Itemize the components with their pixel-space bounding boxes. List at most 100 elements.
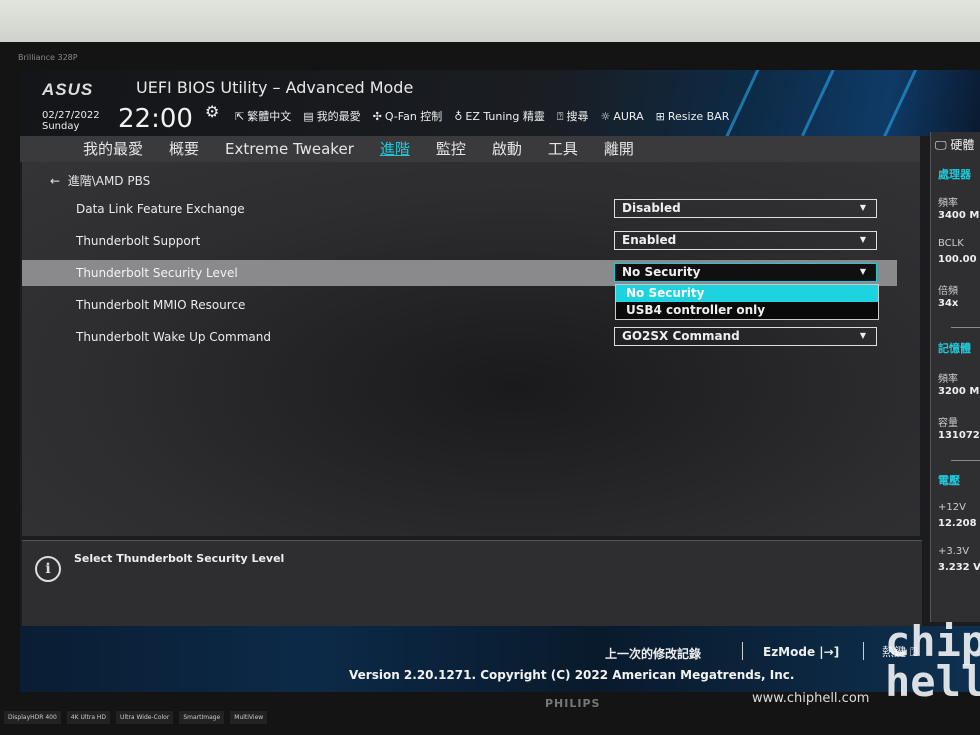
aura-icon: ☼	[600, 109, 611, 123]
language-button[interactable]: ⇱ 繁體中文	[235, 108, 291, 124]
bios-screen: ASUS UEFI BIOS Utility – Advanced Mode 0…	[20, 70, 980, 692]
dropdown-value: Enabled	[622, 233, 677, 247]
sticker: 4K Ultra HD	[66, 711, 111, 724]
exit-arrow-icon: |→]	[819, 645, 840, 659]
help-panel: i Select Thunderbolt Security Level	[22, 540, 922, 626]
setting-dropdown[interactable]: Disabled ▼	[614, 199, 877, 218]
tab-boot[interactable]: 啟動	[479, 136, 535, 162]
voltage-title: 電壓	[938, 474, 960, 487]
divider	[951, 327, 980, 328]
fan-icon: ✣	[372, 110, 382, 123]
tool-label: Resize BAR	[667, 109, 730, 123]
qfan-button[interactable]: ✣ Q-Fan 控制	[373, 108, 443, 124]
breadcrumb-text: 進階\AMD PBS	[67, 174, 151, 188]
mem-freq-label: 頻率	[938, 374, 958, 385]
dropdown-option[interactable]: USB4 controller only	[616, 302, 878, 319]
tool-label: 搜尋	[566, 110, 589, 123]
setting-row[interactable]: Thunderbolt Wake Up Command GO2SX Command…	[22, 324, 897, 350]
bulb-icon: ♁	[454, 110, 463, 123]
monitor-model: Brilliance 328P	[18, 53, 78, 62]
cpu-freq: 3400 MHz	[938, 210, 980, 221]
gear-icon[interactable]: ⚙	[205, 102, 219, 121]
dropdown-value: GO2SX Command	[622, 329, 740, 343]
watermark-logo: chip hell	[885, 617, 980, 706]
footer: 上一次的修改記錄 EzMode |→] 熱鍵 ⍰ Version 2.20.12…	[20, 626, 980, 692]
mem-size-label: 容量	[938, 418, 958, 429]
v33-label: +3.3V	[938, 546, 970, 557]
settings-panel: ← 進階\AMD PBS Data Link Feature Exchange D…	[22, 162, 920, 536]
tab-favorites[interactable]: 我的最愛	[70, 136, 156, 162]
cpu-title: 處理器	[938, 168, 971, 181]
setting-row[interactable]: Data Link Feature Exchange Disabled ▼	[22, 196, 897, 222]
info-icon: i	[35, 556, 61, 582]
setting-label: Data Link Feature Exchange	[76, 202, 245, 216]
caret-down-icon: ▼	[859, 267, 866, 276]
sticker: SmartImage	[179, 711, 225, 724]
breadcrumb[interactable]: ← 進階\AMD PBS	[50, 172, 150, 189]
app-title: UEFI BIOS Utility – Advanced Mode	[136, 78, 414, 97]
mem-size: 131072 MB	[938, 430, 980, 441]
hardware-title-text: 硬體	[950, 138, 975, 152]
setting-label: Thunderbolt Support	[76, 234, 201, 248]
setting-dropdown[interactable]: GO2SX Command ▼	[614, 327, 877, 346]
favorites-button[interactable]: ▤ 我的最愛	[303, 108, 360, 124]
sticker: MultiView	[230, 711, 268, 724]
cursor-icon: ⇱	[235, 110, 245, 123]
dropdown-value: Disabled	[622, 201, 681, 215]
help-text: Select Thunderbolt Security Level	[74, 552, 285, 565]
main-tabs: 我的最愛 概要 Extreme Tweaker 進階 監控 啟動 工具 離開	[20, 136, 920, 162]
ez-tuning-button[interactable]: ♁ EZ Tuning 精靈	[454, 108, 545, 124]
resize-bar-button[interactable]: ⊞ Resize BAR	[656, 110, 730, 123]
monitor-brand: PHILIPS	[545, 697, 601, 710]
header: ASUS UEFI BIOS Utility – Advanced Mode 0…	[20, 70, 980, 147]
setting-label: Thunderbolt MMIO Resource	[76, 298, 246, 312]
tab-exit[interactable]: 離開	[591, 136, 647, 162]
wall-background	[0, 0, 980, 42]
tool-label: EZ Tuning 精靈	[465, 110, 545, 123]
back-arrow-icon[interactable]: ←	[50, 174, 68, 188]
watermark-url: www.chiphell.com	[752, 691, 870, 706]
mem-freq: 3200 MHz	[938, 386, 980, 397]
bclk-value: 100.00 MHz	[938, 254, 980, 265]
hardware-monitor-panel: 🖵 硬體 處理器 頻率 3400 MHz BCLK 100.00 MHz 倍頻 …	[930, 132, 980, 622]
setting-dropdown[interactable]: No Security ▼	[614, 263, 877, 282]
aura-button[interactable]: ☼ AURA	[600, 110, 643, 123]
date: 02/27/2022 Sunday	[42, 110, 100, 132]
help-icon: ⍰	[556, 110, 564, 123]
sticker: DisplayHDR 400	[4, 711, 61, 724]
tab-monitor[interactable]: 監控	[423, 136, 479, 162]
ratio-label: 倍頻	[938, 286, 958, 297]
setting-row-selected[interactable]: Thunderbolt Security Level No Security ▼	[22, 260, 897, 286]
clock: 22:00	[118, 104, 193, 134]
tool-label: Q-Fan 控制	[384, 110, 443, 123]
last-modified-button[interactable]: 上一次的修改記錄	[605, 645, 701, 662]
setting-row[interactable]: Thunderbolt Support Enabled ▼	[22, 228, 897, 254]
divider	[863, 642, 864, 660]
tool-label: 我的最愛	[316, 110, 361, 123]
resize-bar-icon: ⊞	[655, 109, 665, 123]
tab-advanced[interactable]: 進階	[367, 136, 423, 162]
ezmode-button[interactable]: EzMode |→]	[763, 645, 839, 659]
cpu-freq-label: 頻率	[938, 198, 958, 209]
monitor-icon: 🖵	[935, 138, 947, 152]
memory-title: 記憶體	[938, 342, 971, 355]
dropdown-option[interactable]: No Security	[616, 285, 878, 302]
setting-label: Thunderbolt Wake Up Command	[76, 330, 271, 344]
ratio-value: 34x	[938, 298, 959, 309]
caret-down-icon: ▼	[859, 331, 866, 340]
caret-down-icon: ▼	[859, 203, 866, 212]
caret-down-icon: ▼	[859, 235, 866, 244]
tool-label: 繁體中文	[247, 110, 292, 123]
tab-extreme-tweaker[interactable]: Extreme Tweaker	[212, 136, 367, 162]
asus-logo: ASUS	[42, 80, 94, 99]
date-text: 02/27/2022	[42, 110, 100, 121]
version-text: Version 2.20.1271. Copyright (C) 2022 Am…	[349, 668, 795, 682]
sticker: Ultra Wide-Color	[116, 711, 174, 724]
setting-dropdown[interactable]: Enabled ▼	[614, 231, 877, 250]
tab-tool[interactable]: 工具	[535, 136, 591, 162]
hardware-title: 🖵 硬體	[935, 136, 974, 153]
tool-label: AURA	[613, 109, 644, 123]
tab-main[interactable]: 概要	[156, 136, 212, 162]
search-button[interactable]: ⍰ 搜尋	[557, 108, 589, 124]
ezmode-label: EzMode	[763, 645, 816, 659]
